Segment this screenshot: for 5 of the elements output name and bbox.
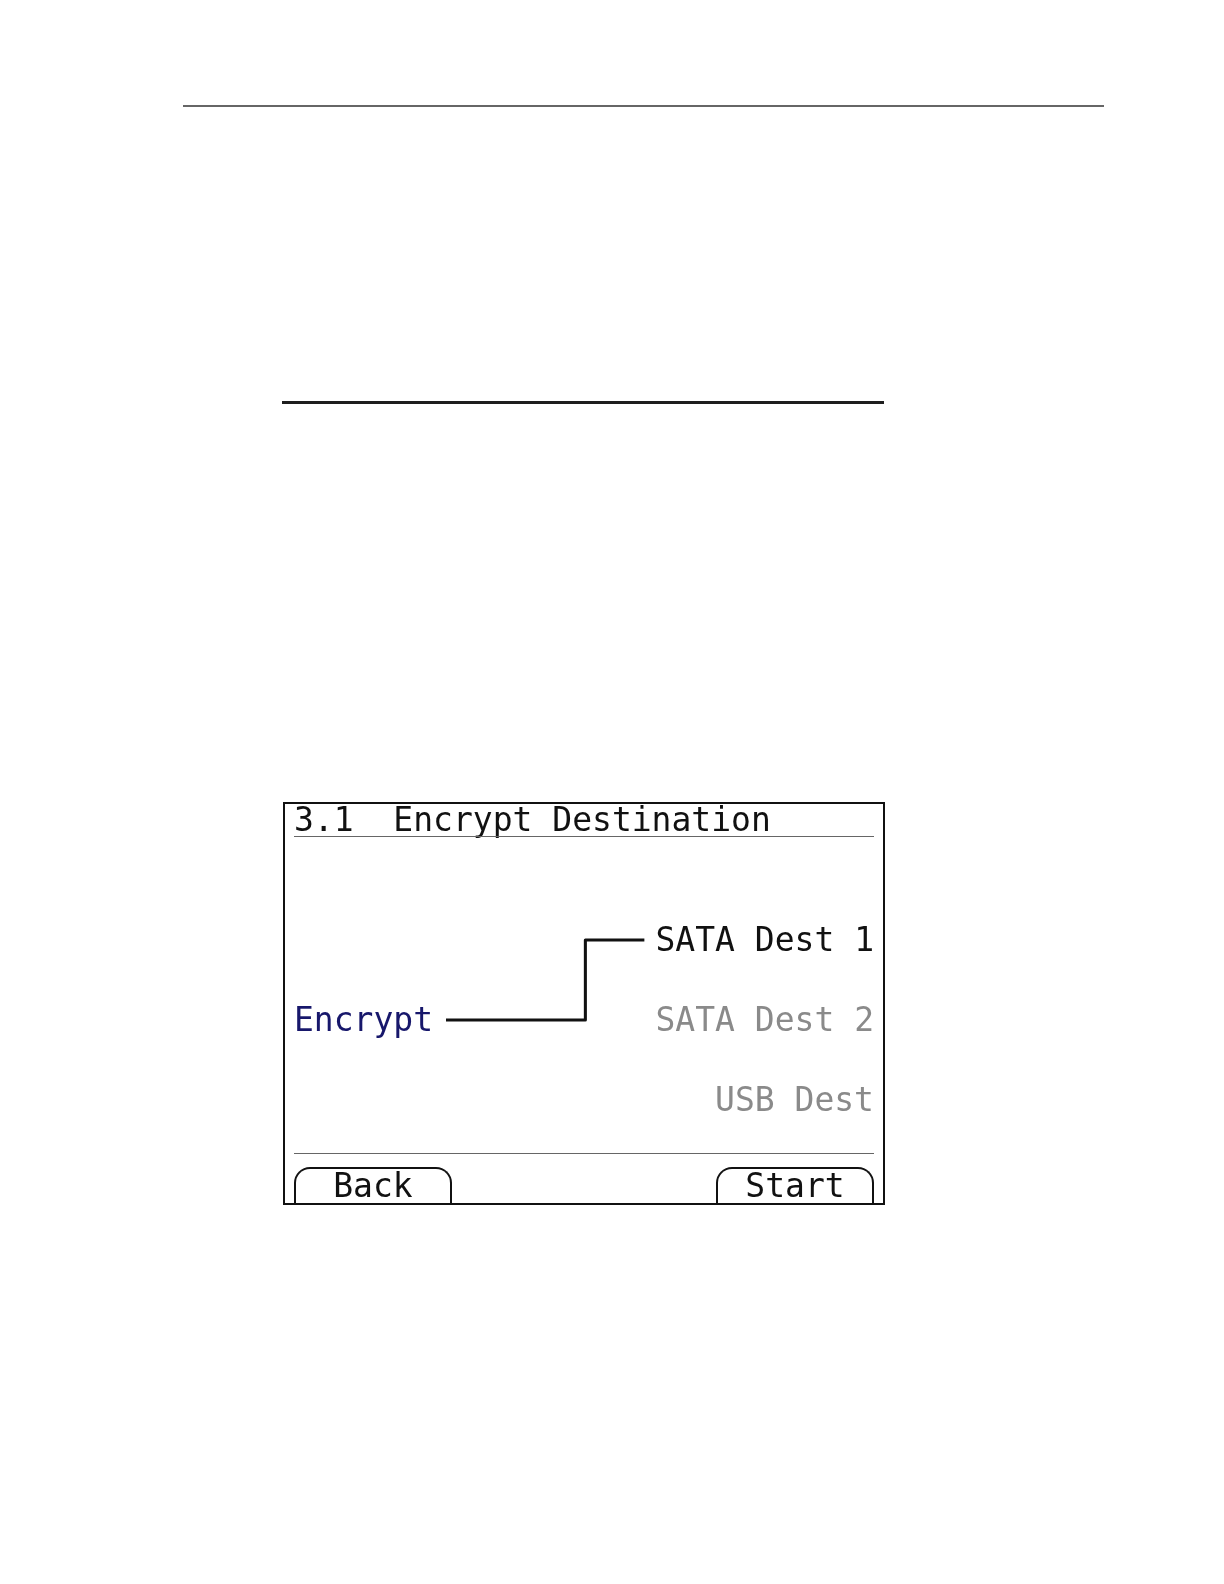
destination-option[interactable]: SATA Dest 1 (655, 921, 874, 959)
softkey-button[interactable]: Back (294, 1167, 452, 1203)
source-label: Encrypt (294, 1001, 434, 1039)
softkey-button[interactable]: Start (716, 1167, 874, 1203)
screen-title: 3.1 Encrypt Destination (294, 804, 771, 836)
